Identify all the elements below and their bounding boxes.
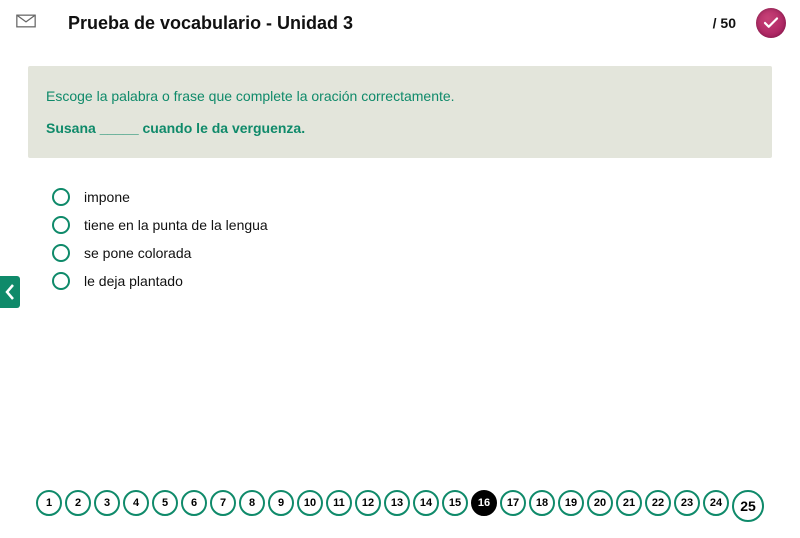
prev-nav-button[interactable] <box>0 276 20 308</box>
page-button-15[interactable]: 15 <box>442 490 468 516</box>
radio-icon <box>52 244 70 262</box>
page-button-next[interactable]: 25 <box>732 490 764 522</box>
check-icon <box>762 14 780 32</box>
radio-icon <box>52 188 70 206</box>
page-button-18[interactable]: 18 <box>529 490 555 516</box>
page-button-22[interactable]: 22 <box>645 490 671 516</box>
page-button-12[interactable]: 12 <box>355 490 381 516</box>
options-list: impone tiene en la punta de la lengua se… <box>28 158 772 290</box>
page-button-14[interactable]: 14 <box>413 490 439 516</box>
radio-icon <box>52 272 70 290</box>
option-label: se pone colorada <box>84 245 191 261</box>
page-button-13[interactable]: 13 <box>384 490 410 516</box>
pager: 1234567891011121314151617181920212223242… <box>0 490 800 522</box>
header: Prueba de vocabulario - Unidad 3 / 50 <box>0 0 800 42</box>
score-label: / 50 <box>713 15 736 31</box>
content: Escoge la palabra o frase que complete l… <box>0 42 800 290</box>
option-label: le deja plantado <box>84 273 183 289</box>
page-button-20[interactable]: 20 <box>587 490 613 516</box>
question-box: Escoge la palabra o frase que complete l… <box>28 66 772 158</box>
page-button-1[interactable]: 1 <box>36 490 62 516</box>
page-button-24[interactable]: 24 <box>703 490 729 516</box>
page-button-7[interactable]: 7 <box>210 490 236 516</box>
page-button-17[interactable]: 17 <box>500 490 526 516</box>
option-2[interactable]: se pone colorada <box>52 244 748 262</box>
option-0[interactable]: impone <box>52 188 748 206</box>
page-button-23[interactable]: 23 <box>674 490 700 516</box>
page-button-4[interactable]: 4 <box>123 490 149 516</box>
page-title: Prueba de vocabulario - Unidad 3 <box>48 13 701 34</box>
question-instruction: Escoge la palabra o frase que complete l… <box>46 88 754 104</box>
page-button-10[interactable]: 10 <box>297 490 323 516</box>
page-button-8[interactable]: 8 <box>239 490 265 516</box>
option-label: tiene en la punta de la lengua <box>84 217 268 233</box>
page-button-16[interactable]: 16 <box>471 490 497 516</box>
page-button-21[interactable]: 21 <box>616 490 642 516</box>
chevron-left-icon <box>5 284 15 300</box>
question-sentence: Susana _____ cuando le da verguenza. <box>46 120 754 136</box>
option-3[interactable]: le deja plantado <box>52 272 748 290</box>
page-button-11[interactable]: 11 <box>326 490 352 516</box>
page-button-19[interactable]: 19 <box>558 490 584 516</box>
page-button-3[interactable]: 3 <box>94 490 120 516</box>
option-1[interactable]: tiene en la punta de la lengua <box>52 216 748 234</box>
radio-icon <box>52 216 70 234</box>
option-label: impone <box>84 189 130 205</box>
mail-icon[interactable] <box>16 14 36 33</box>
page-button-9[interactable]: 9 <box>268 490 294 516</box>
page-button-2[interactable]: 2 <box>65 490 91 516</box>
page-button-5[interactable]: 5 <box>152 490 178 516</box>
page-button-6[interactable]: 6 <box>181 490 207 516</box>
submit-button[interactable] <box>756 8 786 38</box>
